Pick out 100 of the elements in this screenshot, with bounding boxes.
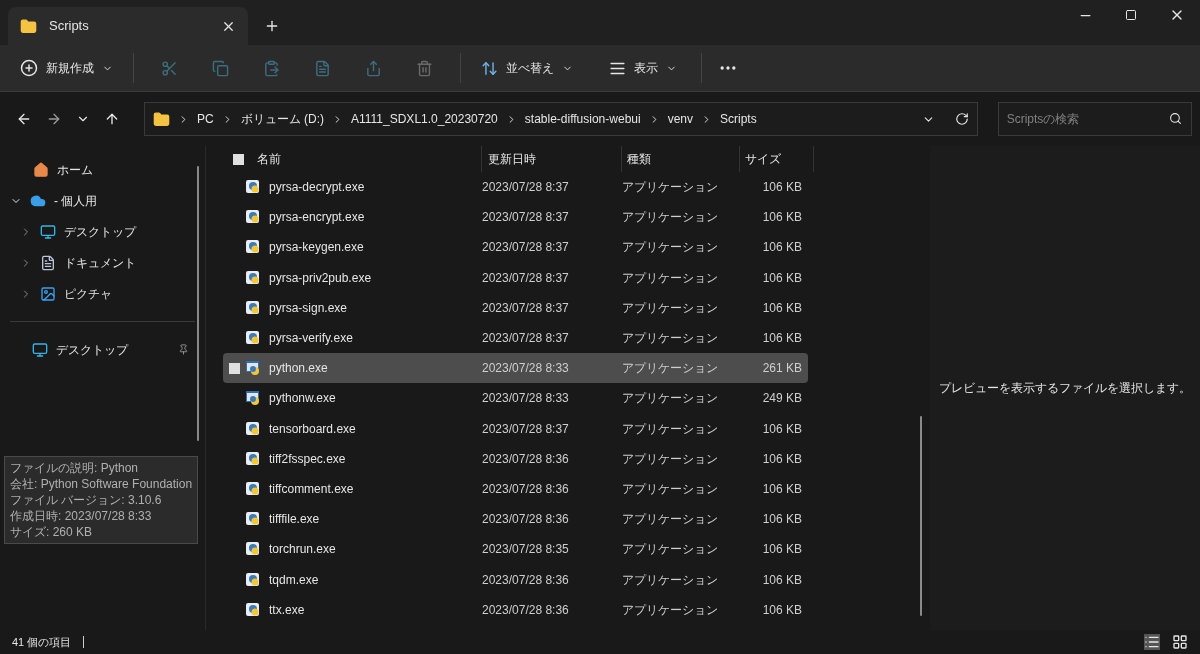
delete-icon[interactable] bbox=[416, 59, 433, 77]
paste-icon[interactable] bbox=[263, 59, 280, 77]
breadcrumb-item[interactable]: stable-diffusion-webui bbox=[524, 110, 641, 128]
file-type: アプリケーション bbox=[622, 542, 718, 557]
view-button[interactable]: 表示 bbox=[601, 52, 685, 84]
script-app-icon bbox=[245, 209, 261, 226]
modified-date: 2023/07/28 8:36 bbox=[482, 481, 569, 496]
refresh-icon[interactable] bbox=[954, 112, 969, 126]
column-header[interactable]: 名前 bbox=[257, 150, 281, 168]
file-row[interactable]: ttx.exe 2023/07/28 8:36 アプリケーション 106 KB bbox=[223, 594, 808, 625]
tooltip-line: ファイル バージョン: 3.10.6 bbox=[10, 492, 163, 508]
sidebar-label: ドキュメント bbox=[64, 254, 136, 272]
share-icon[interactable] bbox=[365, 59, 382, 77]
file-size: 106 KB bbox=[762, 542, 802, 557]
file-row[interactable]: torchrun.exe 2023/07/28 8:35 アプリケーション 106 KB bbox=[223, 534, 808, 565]
select-all-checkbox[interactable] bbox=[233, 153, 244, 165]
script-app-icon bbox=[245, 450, 261, 467]
file-row[interactable]: pyrsa-keygen.exe 2023/07/28 8:37 アプリケーション 106 KB bbox=[223, 232, 808, 263]
sidebar-item[interactable]: デスクトップ bbox=[0, 334, 205, 365]
sidebar-item[interactable]: ピクチャ bbox=[0, 278, 205, 309]
search-field[interactable]: Scriptsの検索 bbox=[997, 102, 1192, 136]
file-row[interactable]: pyrsa-priv2pub.exe 2023/07/28 8:37 アプリケーション 106 KB bbox=[223, 262, 808, 293]
back-icon[interactable] bbox=[16, 111, 32, 127]
modified-date: 2023/07/28 8:36 bbox=[482, 451, 569, 466]
file-row[interactable]: tqdm.exe 2023/07/28 8:36 アプリケーション 106 KB bbox=[223, 564, 808, 595]
sidebar-item[interactable]: ドキュメント bbox=[0, 247, 205, 278]
file-row[interactable]: python.exe 2023/07/28 8:33 アプリケーション 261 KB bbox=[223, 353, 808, 384]
pin-icon bbox=[178, 344, 189, 355]
breadcrumb-item[interactable]: ボリューム (D:) bbox=[240, 110, 324, 128]
details-view-icon[interactable] bbox=[1144, 634, 1160, 650]
column-header[interactable]: 更新日時 bbox=[488, 150, 536, 168]
breadcrumb-item[interactable]: PC bbox=[197, 110, 214, 128]
address-bar[interactable]: PC ボリューム (D:) A1111_SDXL1.0_20230720 stable-diffusion-webui venv Scripts bbox=[144, 102, 978, 136]
scrollbar[interactable] bbox=[197, 166, 199, 441]
file-size: 261 KB bbox=[762, 361, 802, 376]
breadcrumb-item[interactable]: Scripts bbox=[720, 110, 757, 128]
modified-date: 2023/07/28 8:36 bbox=[482, 602, 569, 617]
new-tab-icon[interactable] bbox=[264, 18, 280, 34]
tab[interactable]: Scripts bbox=[8, 7, 248, 45]
file-row[interactable]: tiffcomment.exe 2023/07/28 8:36 アプリケーション 106 KB bbox=[223, 473, 808, 505]
script-app-icon bbox=[245, 420, 261, 437]
breadcrumb-item[interactable]: A1111_SDXL1.0_20230720 bbox=[351, 110, 498, 128]
forward-icon[interactable] bbox=[46, 111, 62, 127]
modified-date: 2023/07/28 8:37 bbox=[482, 300, 569, 315]
sort-icon bbox=[481, 59, 498, 77]
up-icon[interactable] bbox=[104, 111, 120, 127]
sidebar-label: ピクチャ bbox=[64, 285, 112, 303]
file-row[interactable]: tiff2fsspec.exe 2023/07/28 8:36 アプリケーション 106 KB bbox=[223, 443, 808, 474]
row-checkbox[interactable] bbox=[229, 362, 240, 374]
sidebar-item[interactable]: ホーム bbox=[0, 154, 205, 185]
sidebar-item[interactable]: - 個人用 bbox=[0, 185, 205, 216]
file-type: アプリケーション bbox=[622, 331, 718, 346]
sidebar-item[interactable]: デスクトップ bbox=[0, 216, 205, 247]
preview-message: プレビューを表示するファイルを選択します。 bbox=[939, 380, 1191, 397]
file-name: tiffcomment.exe bbox=[269, 480, 354, 498]
folder-icon bbox=[153, 110, 170, 128]
file-row[interactable]: pyrsa-sign.exe 2023/07/28 8:37 アプリケーション 106 KB bbox=[223, 292, 808, 323]
maximize-icon[interactable] bbox=[1125, 9, 1137, 21]
monitor-icon bbox=[32, 341, 48, 358]
new-button[interactable]: 新規作成 bbox=[12, 52, 121, 84]
file-size: 106 KB bbox=[762, 572, 802, 587]
file-row[interactable]: pythonw.exe 2023/07/28 8:33 アプリケーション 249 KB bbox=[223, 383, 808, 414]
file-size: 106 KB bbox=[762, 602, 802, 617]
tooltip-line: 作成日時: 2023/07/28 8:33 bbox=[10, 508, 153, 524]
sidebar-label: - 個人用 bbox=[54, 192, 98, 210]
modified-date: 2023/07/28 8:35 bbox=[482, 542, 569, 557]
file-row[interactable]: tifffile.exe 2023/07/28 8:36 アプリケーション 106 KB bbox=[223, 504, 808, 535]
tooltip-line: 会社: Python Software Foundation bbox=[10, 476, 193, 492]
modified-date: 2023/07/28 8:37 bbox=[482, 270, 569, 285]
file-type: アプリケーション bbox=[622, 512, 718, 527]
file-size: 106 KB bbox=[762, 331, 802, 346]
file-type: アプリケーション bbox=[622, 210, 718, 225]
file-name: pyrsa-decrypt.exe bbox=[269, 179, 365, 197]
file-name: tiff2fsspec.exe bbox=[269, 450, 346, 468]
cut-icon[interactable] bbox=[161, 59, 178, 77]
file-row[interactable]: pyrsa-encrypt.exe 2023/07/28 8:37 アプリケーション 106 KB bbox=[223, 202, 808, 233]
tiles-view-icon[interactable] bbox=[1172, 634, 1188, 650]
copy-icon[interactable] bbox=[212, 59, 229, 77]
column-header[interactable]: サイズ bbox=[745, 150, 781, 168]
file-type: アプリケーション bbox=[622, 451, 718, 466]
file-type: アプリケーション bbox=[622, 421, 718, 436]
modified-date: 2023/07/28 8:33 bbox=[482, 361, 569, 376]
plus-circle-icon bbox=[20, 59, 38, 77]
sidebar-label: ホーム bbox=[57, 161, 93, 179]
file-size: 106 KB bbox=[762, 300, 802, 315]
sidebar-label: デスクトップ bbox=[56, 341, 130, 359]
file-size: 106 KB bbox=[762, 512, 802, 527]
file-row[interactable]: pyrsa-verify.exe 2023/07/28 8:37 アプリケーション 106 KB bbox=[223, 322, 808, 354]
breadcrumb-item[interactable]: venv bbox=[667, 110, 693, 128]
script-app-icon bbox=[245, 511, 261, 528]
sort-button[interactable]: 並べ替え bbox=[473, 52, 581, 84]
file-row[interactable]: tensorboard.exe 2023/07/28 8:37 アプリケーション 106 KB bbox=[223, 413, 808, 444]
file-row[interactable]: pyrsa-decrypt.exe 2023/07/28 8:37 アプリケーション 106 KB bbox=[223, 172, 808, 203]
column-header[interactable]: 種類 bbox=[627, 150, 651, 168]
file-name: pyrsa-verify.exe bbox=[269, 330, 353, 348]
file-size: 106 KB bbox=[762, 210, 802, 225]
file-name: ttx.exe bbox=[269, 601, 305, 619]
file-name: tifffile.exe bbox=[269, 511, 320, 529]
scrollbar[interactable] bbox=[920, 416, 922, 616]
modified-date: 2023/07/28 8:37 bbox=[482, 421, 569, 436]
